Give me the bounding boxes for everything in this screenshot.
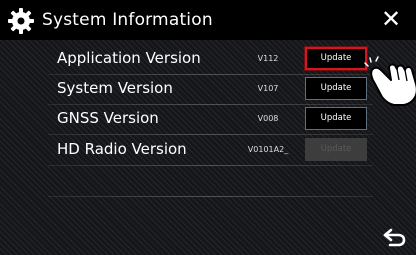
version-value: V112 <box>257 54 279 63</box>
update-button-hd-radio: Update <box>305 138 367 161</box>
version-value: V008 <box>257 114 279 123</box>
update-button-application[interactable]: Update <box>305 47 367 70</box>
version-value: V107 <box>257 84 279 93</box>
list-item-system-version: System Version V107 Update <box>48 75 373 105</box>
list-item-application-version: Application Version V112 Update <box>48 45 373 75</box>
row-label: Application Version <box>57 49 201 67</box>
list-item-gnss-version: GNSS Version V008 Update <box>48 105 373 135</box>
gear-icon <box>8 8 34 34</box>
update-button-gnss[interactable]: Update <box>305 107 367 130</box>
list-item-hd-radio-version: HD Radio Version V0101A2_ Update <box>48 136 373 166</box>
version-value: V0101A2_ <box>247 145 289 154</box>
page-title: System Information <box>42 10 213 30</box>
close-icon[interactable]: ✕ <box>378 4 404 34</box>
return-arrow-icon[interactable] <box>382 227 406 247</box>
title-bar: System Information ✕ <box>0 0 416 40</box>
update-button-system[interactable]: Update <box>305 77 367 100</box>
row-label: System Version <box>57 79 173 97</box>
list-divider <box>48 196 373 197</box>
hand-pointer-icon <box>364 56 416 106</box>
row-label: GNSS Version <box>57 109 159 127</box>
row-label: HD Radio Version <box>57 140 187 158</box>
